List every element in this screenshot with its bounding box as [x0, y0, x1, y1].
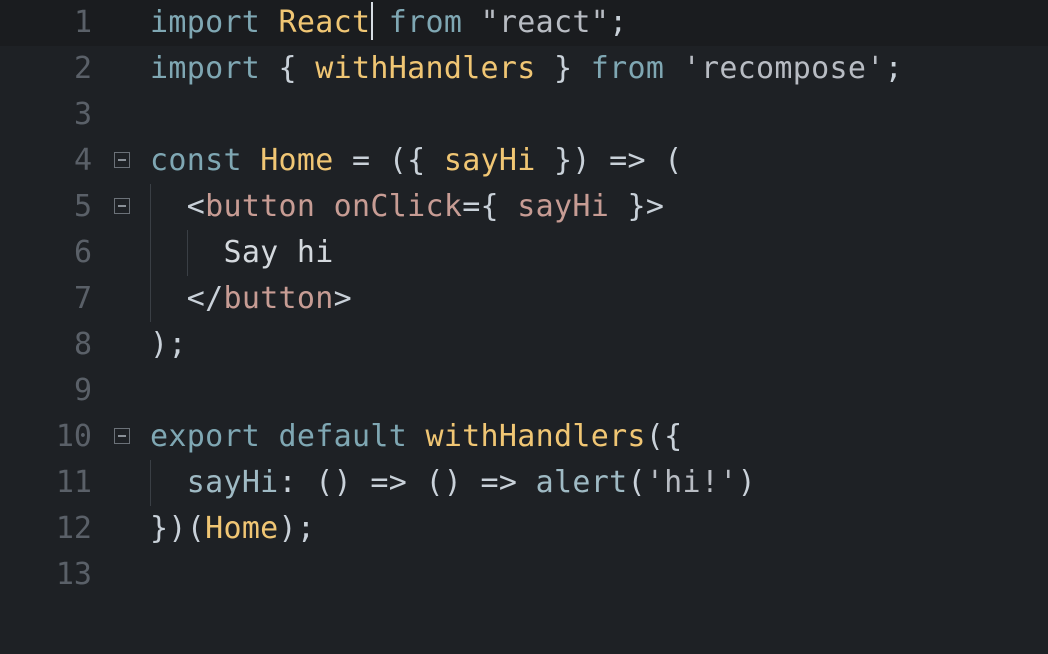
punctuation: : () => () => — [278, 465, 518, 500]
jsx-text: Say hi — [223, 235, 334, 270]
identifier-withhandlers: withHandlers — [315, 51, 536, 86]
code-line-3[interactable]: 3 — [0, 92, 1048, 138]
code-text: import React from "react"; — [150, 0, 627, 46]
tag-end-bracket: > — [333, 281, 353, 316]
identifier-home: Home — [205, 511, 279, 546]
brace-open: { — [278, 51, 297, 86]
code-text: import { withHandlers } from 'recompose'… — [150, 46, 903, 92]
code-line-7[interactable]: 7 </button> — [0, 276, 1048, 322]
semicolon: ; — [609, 5, 628, 40]
code-line-13[interactable]: 13 — [0, 552, 1048, 598]
punctuation: }> — [627, 189, 665, 224]
code-line-8[interactable]: 8 ); — [0, 322, 1048, 368]
code-text: </button> — [150, 276, 352, 322]
code-line-12[interactable]: 12 })(Home); — [0, 506, 1048, 552]
keyword-from: from — [388, 5, 463, 40]
paren-open: ( — [627, 465, 646, 500]
attribute-onclick: onClick — [333, 189, 463, 224]
identifier-react: React — [278, 5, 371, 40]
keyword-export: export — [150, 419, 261, 454]
keyword-const: const — [150, 143, 242, 178]
line-number: 3 — [73, 97, 92, 132]
string-recompose: 'recompose' — [682, 51, 885, 86]
tag-open-bracket: < — [186, 189, 206, 224]
punctuation: = ({ — [352, 143, 426, 178]
fold-toggle-icon[interactable] — [114, 428, 130, 444]
punctuation: }) => ( — [554, 143, 683, 178]
code-text: const Home = ({ sayHi }) => ( — [150, 138, 683, 184]
code-text: })(Home); — [150, 506, 315, 552]
code-line-1[interactable]: 1 import React from "react"; — [0, 0, 1048, 46]
code-editor[interactable]: 1 import React from "react"; 2 import { … — [0, 0, 1048, 654]
paren-close: ) — [737, 465, 756, 500]
string-react: "react" — [480, 5, 610, 40]
fold-toggle-icon[interactable] — [114, 152, 130, 168]
punctuation: })( — [150, 511, 206, 546]
code-line-5[interactable]: 5 <button onClick={ sayHi }> — [0, 184, 1048, 230]
code-text: sayHi: () => () => alert('hi!') — [150, 460, 756, 506]
line-number: 10 — [55, 419, 92, 454]
keyword-default: default — [278, 419, 408, 454]
line-number: 8 — [73, 327, 92, 362]
line-number: 5 — [73, 189, 92, 224]
string-hi: 'hi!' — [645, 465, 738, 500]
code-line-10[interactable]: 10 export default withHandlers({ — [0, 414, 1048, 460]
line-number: 1 — [73, 5, 92, 40]
line-number: 4 — [73, 143, 92, 178]
keyword-import: import — [150, 5, 261, 40]
punctuation: ={ — [462, 189, 499, 224]
punctuation: ({ — [645, 419, 683, 454]
identifier-home: Home — [260, 143, 334, 178]
line-number: 7 — [73, 281, 92, 316]
code-text: <button onClick={ sayHi }> — [150, 184, 664, 230]
text-cursor — [371, 2, 374, 40]
function-alert: alert — [535, 465, 628, 500]
tag-button: button — [205, 189, 316, 224]
punctuation: ); — [278, 511, 316, 546]
code-line-11[interactable]: 11 sayHi: () => () => alert('hi!') — [0, 460, 1048, 506]
line-number: 13 — [55, 557, 92, 592]
fold-toggle-icon[interactable] — [114, 198, 130, 214]
code-text: ); — [150, 322, 187, 368]
identifier-sayhi: sayHi — [443, 143, 536, 178]
code-line-6[interactable]: 6 Say hi — [0, 230, 1048, 276]
brace-close: } — [554, 51, 573, 86]
code-line-9[interactable]: 9 — [0, 368, 1048, 414]
code-line-4[interactable]: 4 const Home = ({ sayHi }) => ( — [0, 138, 1048, 184]
line-number: 12 — [55, 511, 92, 546]
keyword-from: from — [590, 51, 665, 86]
keyword-import: import — [150, 51, 261, 86]
code-line-2[interactable]: 2 import { withHandlers } from 'recompos… — [0, 46, 1048, 92]
attribute-sayhi: sayHi — [517, 189, 610, 224]
line-number: 6 — [73, 235, 92, 270]
line-number: 11 — [55, 465, 92, 500]
tag-close-bracket: </ — [186, 281, 224, 316]
property-sayhi: sayHi — [186, 465, 279, 500]
identifier-withhandlers: withHandlers — [425, 419, 646, 454]
code-text: export default withHandlers({ — [150, 414, 683, 460]
line-number: 2 — [73, 51, 92, 86]
code-text: Say hi — [150, 230, 334, 276]
punctuation: ); — [150, 327, 187, 362]
semicolon: ; — [884, 51, 903, 86]
tag-button: button — [223, 281, 334, 316]
line-number: 9 — [73, 373, 92, 408]
